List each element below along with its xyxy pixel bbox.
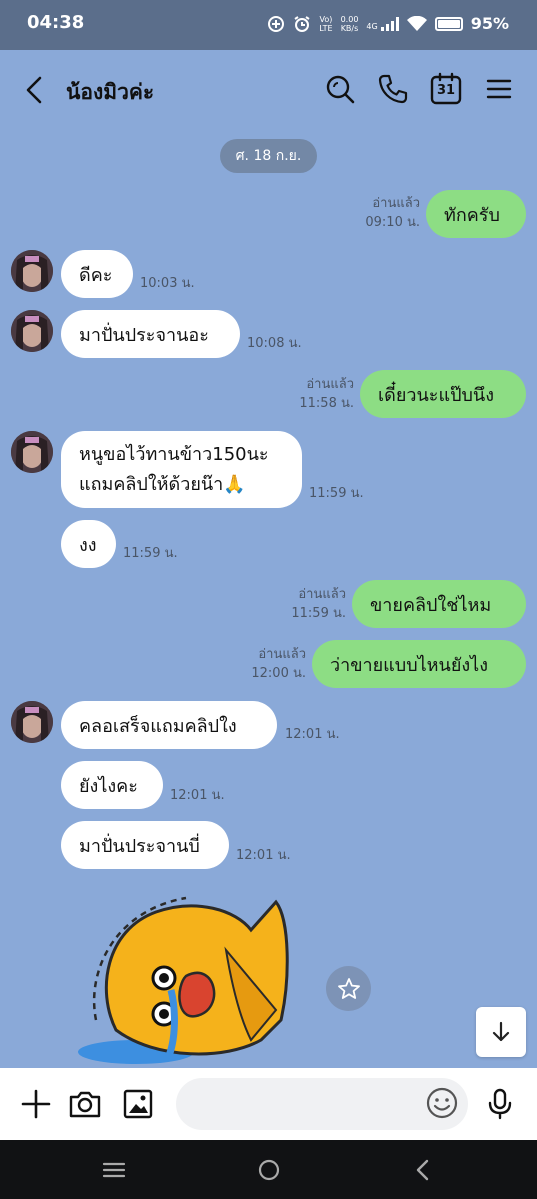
calendar-day: 31 bbox=[436, 83, 456, 98]
sticker-image[interactable] bbox=[76, 890, 296, 1068]
wifi-icon bbox=[406, 15, 427, 31]
message-bubble-incoming[interactable]: ยังไงคะ bbox=[61, 761, 163, 809]
contact-avatar[interactable] bbox=[11, 431, 53, 473]
back-icon[interactable] bbox=[410, 1156, 438, 1184]
scroll-to-bottom-button[interactable] bbox=[476, 1007, 526, 1057]
alarm-icon bbox=[294, 15, 310, 32]
chat-header: น้องมิวค่ะ 31 bbox=[0, 50, 537, 130]
home-icon[interactable] bbox=[255, 1156, 283, 1184]
contact-avatar[interactable] bbox=[11, 250, 53, 292]
plus-icon[interactable] bbox=[18, 1086, 54, 1122]
message-meta: อ่านแล้ว 12:00 น. bbox=[251, 647, 306, 681]
message-time: 12:01 น. bbox=[170, 788, 225, 803]
recent-apps-icon[interactable] bbox=[100, 1156, 128, 1184]
message-meta: อ่านแล้ว 09:10 น. bbox=[365, 196, 420, 230]
volte-indicator: Vo) LTE bbox=[319, 14, 333, 33]
message-time: 10:03 น. bbox=[140, 276, 195, 291]
message-bubble-outgoing[interactable]: ขายคลิปใช่ไหม bbox=[352, 580, 526, 628]
phone-icon[interactable] bbox=[376, 72, 410, 106]
message-line: หนูขอไว้ทานข้าว150นะ bbox=[79, 443, 269, 465]
arrow-down-icon bbox=[492, 1021, 510, 1042]
camera-icon[interactable] bbox=[67, 1086, 103, 1122]
system-navigation-bar bbox=[0, 1140, 537, 1199]
battery-percent: 95% bbox=[470, 14, 509, 33]
date-separator: ศ. 18 ก.ย. bbox=[220, 139, 317, 173]
message-bubble-incoming[interactable]: งง bbox=[61, 520, 116, 568]
message-time: 11:59 น. bbox=[123, 546, 178, 561]
contact-avatar[interactable] bbox=[11, 701, 53, 743]
message-time: 11:59 น. bbox=[309, 486, 364, 501]
microphone-icon[interactable] bbox=[482, 1086, 518, 1122]
emoji-icon[interactable] bbox=[424, 1085, 460, 1121]
status-bar: 04:38 Vo) LTE 0.00 KB/s 4G 95% bbox=[0, 0, 537, 50]
signal-indicator: 4G bbox=[366, 16, 399, 31]
calendar-icon[interactable]: 31 bbox=[429, 72, 463, 106]
message-bubble-incoming[interactable]: หนูขอไว้ทานข้าว150นะ แถมคลิปให้ด้วยน๊า🙏 bbox=[61, 431, 302, 508]
favorite-sticker-button[interactable] bbox=[326, 966, 371, 1011]
status-time: 04:38 bbox=[27, 12, 85, 33]
message-bubble-incoming[interactable]: มาปั่นประจานบี่ bbox=[61, 821, 229, 869]
search-icon[interactable] bbox=[323, 72, 357, 106]
battery-icon bbox=[434, 16, 463, 31]
message-meta: อ่านแล้ว 11:58 น. bbox=[299, 377, 354, 411]
message-bubble-incoming[interactable]: มาปั่นประจานอะ bbox=[61, 310, 240, 358]
menu-icon[interactable] bbox=[482, 72, 516, 106]
message-time: 10:08 น. bbox=[247, 336, 302, 351]
signal-icon bbox=[380, 16, 399, 31]
gallery-icon[interactable] bbox=[120, 1086, 156, 1122]
message-bubble-incoming[interactable]: คลอเสร็จแถมคลิปใง bbox=[61, 701, 277, 749]
message-input-bar bbox=[0, 1068, 537, 1140]
star-icon bbox=[337, 977, 360, 999]
message-bubble-incoming[interactable]: ดีคะ bbox=[61, 250, 133, 298]
back-arrow-icon[interactable] bbox=[20, 72, 52, 108]
message-meta: อ่านแล้ว 11:59 น. bbox=[291, 587, 346, 621]
message-bubble-outgoing[interactable]: เดี๋ยวนะแป๊บนึง bbox=[360, 370, 526, 418]
data-saver-icon bbox=[268, 15, 285, 32]
chat-title: น้องมิวค่ะ bbox=[66, 80, 155, 104]
message-line: แถมคลิปให้ด้วยน๊า🙏 bbox=[79, 473, 246, 495]
contact-avatar[interactable] bbox=[11, 310, 53, 352]
message-time: 12:01 น. bbox=[236, 848, 291, 863]
message-time: 12:01 น. bbox=[285, 727, 340, 742]
status-icons: Vo) LTE 0.00 KB/s 4G 95% bbox=[267, 14, 509, 33]
message-bubble-outgoing[interactable]: ทักครับ bbox=[426, 190, 526, 238]
message-bubble-outgoing[interactable]: ว่าขายแบบไหนยังไง bbox=[312, 640, 526, 688]
network-speed: 0.00 KB/s bbox=[340, 14, 359, 33]
